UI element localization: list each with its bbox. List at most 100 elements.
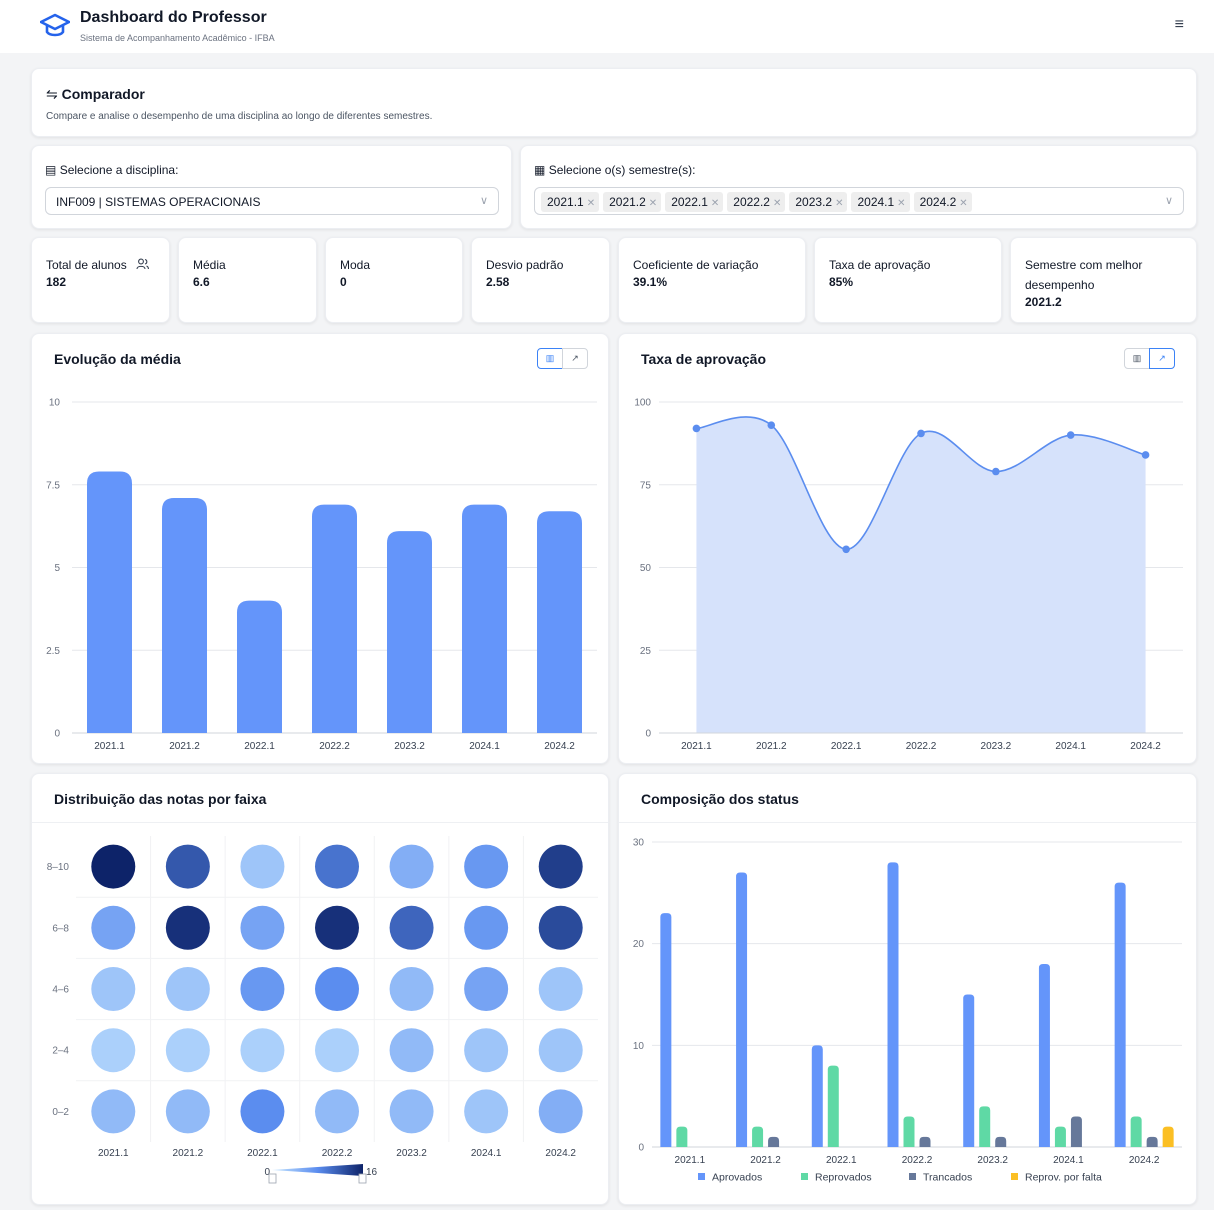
book-icon: ▤: [45, 163, 57, 177]
x-tick-label: 2021.1: [94, 741, 125, 752]
y-tick-label: 4–6: [52, 985, 69, 996]
x-tick-label: 2024.2: [545, 1148, 576, 1159]
legend-swatch: [698, 1173, 705, 1180]
bar: [1162, 1126, 1174, 1147]
stat-value: 2021.2: [1025, 295, 1062, 309]
bar: [1114, 882, 1126, 1147]
stat-value: 2.58: [486, 275, 510, 289]
legend-swatch: [1011, 1173, 1018, 1180]
heat-cell: [389, 1028, 434, 1073]
x-tick-label: 2023.2: [981, 741, 1012, 752]
heat-cell: [315, 844, 359, 889]
x-tick-label: 2023.2: [394, 741, 425, 752]
semester-chip[interactable]: 2021.1 ✕: [541, 192, 600, 212]
discipline-select[interactable]: INF009 | SISTEMAS OPERACIONAIS ∨: [45, 187, 499, 215]
bar: [903, 1116, 915, 1147]
y-tick-label: 75: [640, 480, 652, 491]
close-icon[interactable]: ✕: [835, 198, 843, 209]
status-panel: Composição dos status 0 10 20 30 2021.1 2021.…: [618, 773, 1197, 1205]
y-tick-label: 50: [640, 563, 652, 574]
y-tick-label: 2–4: [52, 1046, 69, 1057]
bar: [827, 1065, 839, 1147]
graduation-cap-icon: [40, 13, 70, 37]
stat-value: 182: [46, 275, 67, 289]
close-icon[interactable]: ✕: [711, 198, 719, 209]
close-icon[interactable]: ✕: [773, 198, 781, 209]
users-icon: [136, 258, 150, 270]
close-icon[interactable]: ✕: [587, 198, 595, 209]
heat-cell: [165, 1089, 210, 1134]
heat-cell: [315, 1028, 359, 1073]
heat-cell: [165, 967, 210, 1011]
x-tick-label: 2024.2: [1129, 1155, 1160, 1166]
area-fill: [696, 416, 1146, 733]
data-point: [767, 421, 776, 429]
x-tick-label: 2024.1: [1055, 741, 1086, 752]
chevron-down-icon: ∨: [1164, 195, 1173, 207]
x-tick-label: 2022.1: [247, 1148, 278, 1159]
heat-cell: [165, 844, 210, 889]
semester-chip[interactable]: 2021.2 ✕: [603, 192, 662, 212]
semester-chip-label: 2023.2: [795, 195, 833, 209]
heat-cell: [389, 967, 434, 1011]
semester-multiselect[interactable]: 2021.1 ✕ 2021.2 ✕ 2022.1 ✕ 2022.2 ✕ 2023.2 ✕ 2024.…: [534, 187, 1184, 215]
semester-chip-label: 2024.1: [857, 195, 895, 209]
semester-chip[interactable]: 2023.2 ✕: [789, 192, 848, 212]
stat-label: Total de alunos: [46, 258, 127, 272]
bar: [979, 1106, 991, 1147]
y-tick-label: 20: [633, 939, 645, 950]
menu-icon[interactable]: ≡: [1175, 16, 1184, 34]
semester-chip[interactable]: 2022.1 ✕: [665, 192, 724, 212]
semester-chip[interactable]: 2024.2 ✕: [913, 192, 972, 212]
heat-cell: [91, 844, 136, 889]
stat-label: Desvio padrão: [486, 258, 564, 272]
x-tick-label: 2023.2: [977, 1155, 1008, 1166]
y-tick-label: 100: [634, 398, 651, 409]
semester-chip[interactable]: 2024.1 ✕: [851, 192, 910, 212]
compare-arrows-icon: ⇋: [46, 86, 58, 102]
semester-chip-label: 2022.2: [733, 195, 770, 209]
heat-cell: [315, 1089, 359, 1134]
distribuicao-heatmap: 8–10 6–8 4–6 2–4 0–2 2021.1 2021.2 2022.1 2022.2…: [47, 836, 598, 1184]
stat-card-total-alunos: Total de alunos 182: [31, 237, 170, 323]
x-tick-label: 2022.2: [902, 1155, 933, 1166]
stat-value: 0: [340, 275, 347, 289]
bar: [462, 504, 507, 733]
close-icon[interactable]: ✕: [649, 198, 657, 209]
x-tick-label: 2021.2: [756, 741, 787, 752]
heat-cell: [464, 1089, 509, 1134]
close-icon[interactable]: ✕: [897, 198, 905, 209]
comparador-title: ⇋ Comparador: [46, 86, 145, 102]
discipline-card: ▤ Selecione a disciplina: INF009 | SISTE…: [31, 145, 512, 229]
x-tick-label: 2022.2: [322, 1148, 353, 1159]
x-tick-label: 2022.2: [319, 741, 350, 752]
heat-cell: [389, 844, 434, 889]
legend-swatch: [801, 1173, 808, 1180]
semester-chip[interactable]: 2022.2 ✕: [727, 192, 786, 212]
legend-label: Aprovados: [712, 1172, 762, 1184]
x-tick-label: 2021.2: [169, 741, 200, 752]
y-tick-label: 25: [640, 646, 652, 657]
bar: [537, 511, 582, 733]
app-subtitle: Sistema de Acompanhamento Acadêmico - IF…: [80, 33, 275, 43]
heat-cell: [538, 905, 583, 950]
x-tick-label: 2021.1: [681, 741, 712, 752]
y-tick-label: 0: [54, 729, 60, 740]
bar: [87, 471, 132, 733]
x-tick-label: 2024.1: [469, 741, 500, 752]
comparador-subtitle: Compare e analise o desempenho de uma di…: [46, 111, 433, 122]
semester-chip-label: 2024.2: [919, 195, 957, 209]
aprovacao-panel: Taxa de aprovação ▥ ↗ 0 25 50 75 100 2021.1 20…: [618, 333, 1197, 764]
heat-cell: [91, 1089, 136, 1134]
semester-card: ▦ Selecione o(s) semestre(s): 2021.1 ✕ 202…: [520, 145, 1197, 229]
close-icon[interactable]: ✕: [959, 198, 967, 209]
stat-label: Moda: [340, 258, 371, 272]
bar: [963, 994, 975, 1147]
x-tick-label: 2023.2: [396, 1148, 427, 1159]
data-point: [692, 424, 701, 433]
legend-swatch: [909, 1173, 916, 1180]
heat-cell: [240, 967, 285, 1011]
x-tick-label: 2021.1: [98, 1148, 129, 1159]
heat-cell: [464, 1028, 509, 1073]
heat-cell: [240, 1028, 285, 1073]
